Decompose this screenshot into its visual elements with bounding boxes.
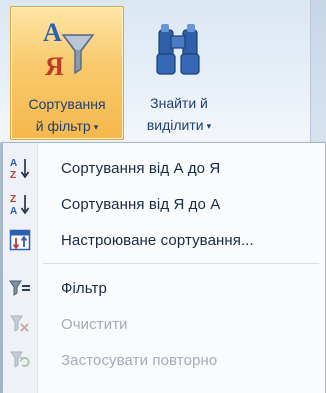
- sort-filter-label-line1: Сортування: [28, 96, 106, 112]
- sort-filter-label-line2: й фільтр: [35, 118, 91, 134]
- sort-a-to-z-icon: A Z: [3, 151, 37, 185]
- svg-text:Z: Z: [10, 170, 16, 180]
- clear-filter-icon: [3, 307, 37, 341]
- svg-text:Z: Z: [10, 194, 16, 205]
- find-select-label-line2: виділити: [146, 117, 204, 133]
- find-select-label-line2-wrap: виділити ▾: [124, 114, 234, 137]
- ribbon-edge: [310, 0, 326, 142]
- menu-separator: [43, 263, 319, 264]
- find-select-button[interactable]: Знайти й виділити ▾: [124, 6, 234, 138]
- custom-sort-icon: [3, 223, 37, 257]
- chevron-down-icon: ▾: [93, 122, 99, 133]
- svg-text:A: A: [10, 158, 17, 169]
- find-select-label: Знайти й виділити ▾: [124, 92, 234, 137]
- sort-filter-label-line2-wrap: й фільтр ▾: [11, 115, 123, 138]
- menu-item-custom-sort[interactable]: Настроюване сортування...: [3, 223, 323, 257]
- ribbon-bar: А Я Сортування й фільтр ▾ Знайти й виділ…: [0, 0, 326, 143]
- menu-item-label: Очистити: [61, 315, 128, 333]
- menu-item-label: Сортування від Я до А: [61, 195, 221, 213]
- menu-item-label: Настроюване сортування...: [61, 231, 254, 249]
- find-select-label-line1: Знайти й: [150, 95, 208, 111]
- filter-icon: [3, 271, 37, 305]
- menu-item-clear[interactable]: Очистити: [3, 307, 323, 341]
- sort-filter-label: Сортування й фільтр ▾: [11, 93, 123, 138]
- sort-filter-button[interactable]: А Я Сортування й фільтр ▾: [10, 6, 124, 140]
- excel-ribbon-screenshot: А Я Сортування й фільтр ▾ Знайти й виділ…: [0, 0, 326, 393]
- svg-text:A: A: [10, 206, 17, 216]
- chevron-down-icon: ▾: [206, 121, 212, 132]
- sort-z-to-a-icon: Z A: [3, 187, 37, 221]
- svg-text:Я: Я: [45, 52, 64, 81]
- binoculars-icon: [149, 14, 209, 89]
- reapply-filter-icon: [3, 343, 37, 377]
- menu-item-label: Сортування від А до Я: [61, 159, 221, 177]
- svg-text:А: А: [43, 18, 62, 47]
- menu-item-sort-a-to-z[interactable]: A Z Сортування від А до Я: [3, 151, 323, 185]
- menu-item-reapply[interactable]: Застосувати повторно: [3, 343, 323, 377]
- menu-item-sort-z-to-a[interactable]: Z A Сортування від Я до А: [3, 187, 323, 221]
- menu-item-label: Застосувати повторно: [61, 351, 218, 369]
- sort-az-funnel-icon: А Я: [37, 15, 97, 90]
- menu-item-label: Фільтр: [61, 279, 107, 297]
- menu-item-filter[interactable]: Фільтр: [3, 271, 323, 305]
- sort-filter-menu: A Z Сортування від А до Я Z A Сортування…: [2, 142, 326, 393]
